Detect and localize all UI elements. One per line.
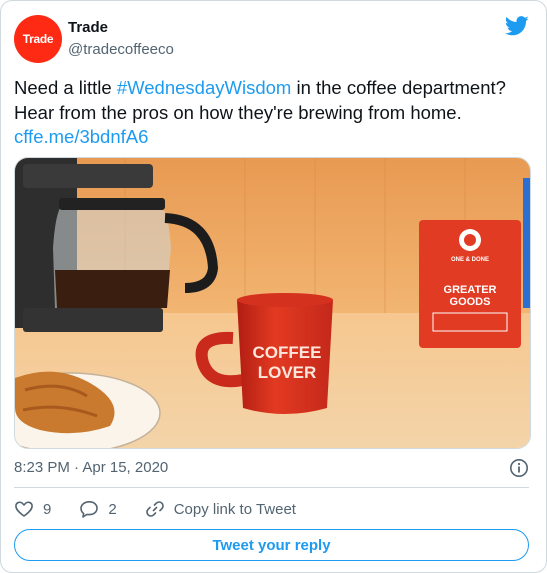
reply-action-button[interactable]: 2 — [79, 499, 117, 519]
bag-brand-line1: GREATER — [444, 284, 497, 296]
reply-bubble-icon — [80, 501, 99, 518]
copy-link-label: Copy link to Tweet — [173, 500, 296, 518]
author-handle[interactable]: @tradecoffeeco — [68, 41, 174, 58]
mug-text-line2: LOVER — [258, 363, 317, 382]
url-link[interactable]: cffe.me/3bdnfA6 — [14, 126, 148, 147]
tweet-photo[interactable]: ONE & DONE GREATER GOODS COFFEE LOVER — [14, 157, 531, 449]
twitter-bird-icon[interactable] — [505, 15, 529, 37]
info-icon[interactable] — [509, 458, 529, 478]
hashtag-link[interactable]: #WednesdayWisdom — [117, 77, 291, 98]
tweet-timestamp[interactable]: 8:23 PM · Apr 15, 2020 — [14, 459, 168, 476]
copy-link-button[interactable]: Copy link to Tweet — [145, 499, 296, 519]
divider — [14, 487, 529, 488]
like-count: 9 — [43, 500, 52, 518]
reply-count: 2 — [108, 500, 117, 518]
mug-text-line1: COFFEE — [253, 343, 322, 362]
tweet-actions: 9 2 Copy link to Tweet — [14, 498, 296, 520]
tweet-text-start: Need a little — [14, 77, 117, 98]
author-name[interactable]: Trade — [68, 19, 108, 36]
bag-brand-line2: GOODS — [450, 296, 491, 308]
avatar-logo-text: Trade — [22, 32, 54, 46]
link-icon — [145, 501, 164, 517]
tweet-text: Need a little #WednesdayWisdom in the co… — [14, 76, 529, 150]
like-button[interactable]: 9 — [14, 499, 51, 519]
tweet-card: Trade Trade @tradecoffeeco Need a little… — [0, 0, 547, 573]
tweet-your-reply-button[interactable]: Tweet your reply — [14, 529, 529, 561]
avatar[interactable]: Trade — [14, 15, 62, 63]
bag-top-text: ONE & DONE — [451, 257, 489, 263]
heart-icon — [15, 501, 33, 517]
